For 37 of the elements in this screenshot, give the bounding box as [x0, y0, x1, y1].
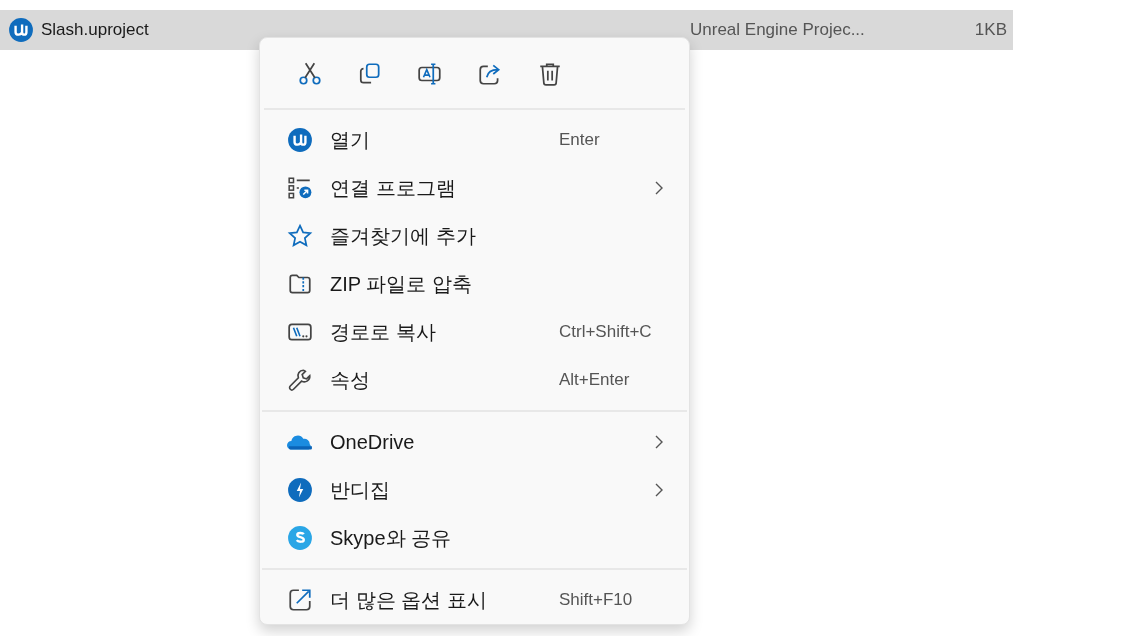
menu-item[interactable]: 더 많은 옵션 표시 Shift+F10: [266, 576, 683, 624]
shortcut-text: Ctrl+Shift+C: [559, 322, 653, 342]
shortcut-text: Enter: [559, 130, 601, 150]
lightning-icon: [287, 477, 313, 503]
menu-item[interactable]: Skype와 공유: [266, 514, 683, 562]
star-icon: [287, 223, 313, 249]
wrench-icon: [287, 367, 313, 393]
rename-icon: [417, 61, 443, 87]
menu-item-label: ZIP 파일로 압축: [330, 271, 473, 297]
shortcut-text: Alt+Enter: [559, 370, 631, 390]
menu-item-label: 반디집: [330, 477, 391, 503]
copy-icon: [357, 61, 383, 87]
zip-folder-icon: [287, 271, 313, 297]
menu-item[interactable]: 속성 Alt+Enter: [266, 356, 683, 404]
menu-item-label: 더 많은 옵션 표시: [330, 587, 488, 613]
menu-item-label: OneDrive: [330, 430, 416, 454]
file-type: Unreal Engine Projec...: [690, 20, 866, 40]
menu-item-label: 경로로 복사: [330, 319, 437, 345]
shortcut-text: Shift+F10: [559, 590, 634, 610]
menu-item[interactable]: 열기 Enter: [266, 116, 683, 164]
trash-icon: [537, 61, 563, 87]
expand-icon: [287, 587, 313, 613]
app-list-icon: [287, 175, 313, 201]
file-name: Slash.uproject: [41, 20, 149, 40]
cut-icon: [297, 61, 323, 87]
menu-item[interactable]: 경로로 복사 Ctrl+Shift+C: [266, 308, 683, 356]
menu-item[interactable]: 즐겨찾기에 추가: [266, 212, 683, 260]
menu-item-label: Skype와 공유: [330, 525, 453, 551]
menu-item-label: 열기: [330, 127, 371, 153]
file-size: 1KB: [974, 20, 1007, 40]
menu-item-label: 즐겨찾기에 추가: [330, 223, 477, 249]
menu-item[interactable]: OneDrive: [266, 418, 683, 466]
menu-item[interactable]: ZIP 파일로 압축: [266, 260, 683, 308]
menu-item-label: 연결 프로그램: [330, 175, 457, 201]
menu-item-label: 속성: [330, 367, 371, 393]
menu-item[interactable]: 연결 프로그램: [266, 164, 683, 212]
menu-item[interactable]: 반디집: [266, 466, 683, 514]
